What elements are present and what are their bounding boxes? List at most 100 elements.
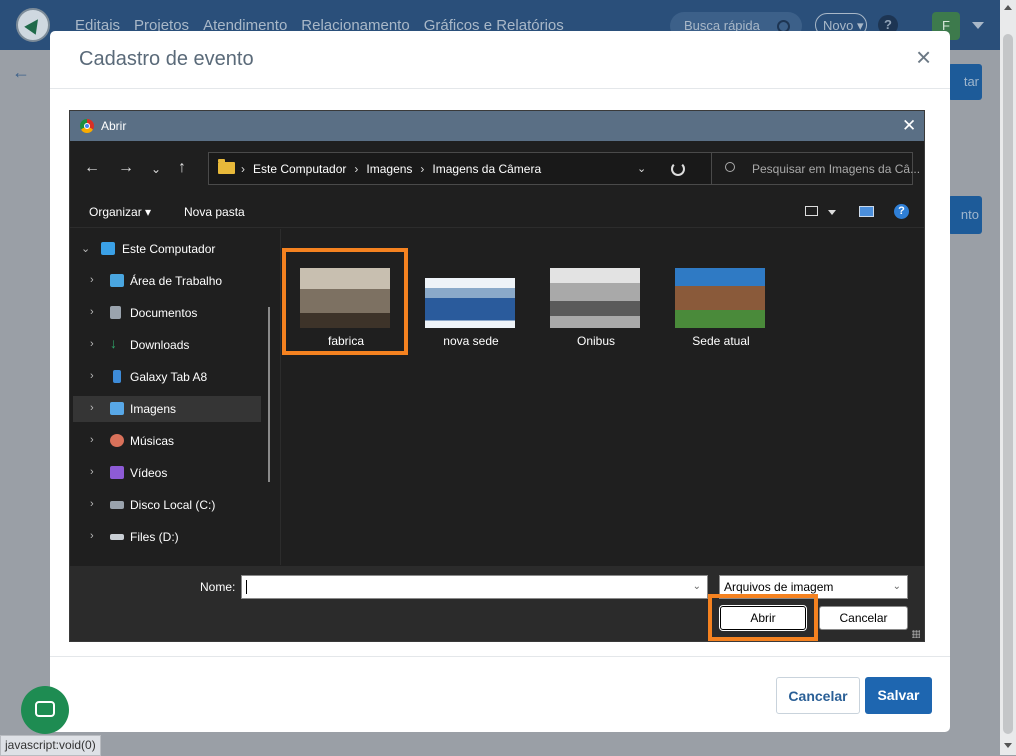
recent-locations-icon[interactable]: ⌄ bbox=[151, 162, 161, 176]
chevron-right-icon[interactable]: › bbox=[90, 466, 94, 478]
back-arrow-icon[interactable]: ← bbox=[12, 62, 30, 83]
file-open-dialog: Abrir ✕ ← → ⌄ ↑ › Este Computador › Imag… bbox=[69, 110, 925, 642]
file-thumbnail bbox=[675, 268, 765, 328]
scrollbar-thumb[interactable] bbox=[1003, 34, 1013, 734]
tree-item-este-computador[interactable]: ⌄ Este Computador bbox=[73, 236, 261, 262]
desktop-icon bbox=[110, 274, 124, 287]
search-icon bbox=[725, 162, 735, 172]
tree-item-area-de-trabalho[interactable]: › Área de Trabalho bbox=[73, 268, 261, 294]
chevron-right-icon[interactable]: › bbox=[90, 338, 94, 350]
back-icon[interactable]: ← bbox=[84, 159, 100, 177]
dialog-title: Abrir bbox=[101, 119, 127, 133]
chevron-down-icon[interactable] bbox=[828, 210, 836, 215]
chevron-right-icon[interactable]: › bbox=[90, 498, 94, 510]
documents-icon bbox=[110, 306, 121, 319]
computer-icon bbox=[101, 242, 115, 255]
help-icon[interactable]: ? bbox=[894, 204, 909, 219]
tree-item-files-d[interactable]: › Files (D:) bbox=[73, 524, 261, 550]
organize-menu[interactable]: Organizar ▾ bbox=[89, 205, 151, 219]
breadcrumb-imagens[interactable]: Imagens bbox=[366, 162, 412, 176]
tree-item-videos[interactable]: › Vídeos bbox=[73, 460, 261, 486]
preview-pane-icon[interactable] bbox=[859, 206, 874, 217]
chevron-down-icon[interactable]: ⌄ bbox=[893, 576, 901, 598]
navigation-pane: ⌄ Este Computador › Área de Trabalho › D… bbox=[70, 229, 280, 565]
refresh-icon[interactable] bbox=[671, 162, 685, 176]
close-icon[interactable]: × bbox=[916, 42, 931, 73]
close-icon[interactable]: ✕ bbox=[902, 116, 916, 136]
file-name: nova sede bbox=[443, 334, 499, 348]
videos-icon bbox=[110, 466, 124, 479]
tree-item-label: Este Computador bbox=[122, 242, 216, 256]
chevron-down-icon[interactable]: ⌄ bbox=[693, 576, 701, 598]
folder-icon bbox=[218, 159, 235, 174]
file-item-sede-atual[interactable]: Sede atual bbox=[661, 259, 771, 348]
drive-d-icon bbox=[110, 534, 124, 540]
file-type-value: Arquivos de imagem bbox=[724, 580, 834, 594]
tablet-icon bbox=[113, 370, 121, 383]
chevron-right-icon[interactable]: › bbox=[90, 530, 94, 542]
tree-item-downloads[interactable]: › ↓ Downloads bbox=[73, 332, 261, 358]
nav-pane-scrollbar[interactable] bbox=[268, 307, 270, 482]
save-button[interactable]: Salvar bbox=[865, 677, 932, 714]
highlight-fabrica bbox=[282, 248, 408, 355]
file-thumbnail bbox=[425, 278, 515, 328]
tree-item-label: Músicas bbox=[130, 434, 175, 448]
tree-item-label: Área de Trabalho bbox=[130, 274, 223, 288]
pictures-icon bbox=[110, 402, 124, 415]
chevron-down-icon[interactable]: ⌄ bbox=[637, 162, 646, 175]
tree-item-label: Imagens bbox=[130, 402, 177, 416]
tree-item-label: Disco Local (C:) bbox=[130, 498, 216, 512]
file-item-onibus[interactable]: Onibus bbox=[536, 259, 646, 348]
new-folder-button[interactable]: Nova pasta bbox=[184, 205, 245, 219]
app-logo-icon[interactable] bbox=[16, 8, 50, 42]
chevron-right-icon[interactable]: › bbox=[90, 434, 94, 446]
scroll-down-icon[interactable] bbox=[1004, 743, 1012, 748]
up-icon[interactable]: ↑ bbox=[178, 159, 186, 177]
highlight-open-button bbox=[708, 594, 818, 641]
tree-item-label: Documentos bbox=[130, 306, 198, 320]
chat-button[interactable] bbox=[21, 686, 69, 734]
breadcrumb-sep: › bbox=[420, 162, 425, 176]
name-label: Nome: bbox=[200, 580, 236, 594]
cancel-button[interactable]: Cancelar bbox=[819, 606, 908, 630]
breadcrumb: › Este Computador › Imagens › Imagens da… bbox=[241, 162, 541, 176]
tree-item-documentos[interactable]: › Documentos bbox=[73, 300, 261, 326]
tree-item-disco-local[interactable]: › Disco Local (C:) bbox=[73, 492, 261, 518]
chat-icon bbox=[35, 701, 55, 717]
scroll-up-icon[interactable] bbox=[1004, 5, 1012, 10]
chevron-down-icon[interactable]: ⌄ bbox=[81, 242, 90, 255]
resize-grip-icon[interactable] bbox=[912, 630, 920, 638]
tree-item-imagens[interactable]: › Imagens bbox=[73, 396, 261, 422]
dialog-titlebar[interactable]: Abrir ✕ bbox=[70, 111, 924, 141]
cancel-button[interactable]: Cancelar bbox=[776, 677, 860, 714]
file-item-nova-sede[interactable]: nova sede bbox=[411, 259, 521, 348]
text-caret bbox=[246, 580, 247, 594]
breadcrumb-este-computador[interactable]: Este Computador bbox=[253, 162, 346, 176]
modal-footer-divider bbox=[50, 656, 950, 657]
app-action-button[interactable]: tar bbox=[948, 64, 982, 100]
forward-icon[interactable]: → bbox=[118, 159, 134, 177]
search-input[interactable]: Pesquisar em Imagens da Câ... bbox=[711, 152, 920, 185]
tree-item-label: Files (D:) bbox=[130, 530, 179, 544]
file-name-input[interactable]: ⌄ bbox=[241, 575, 708, 599]
chevron-right-icon[interactable]: › bbox=[90, 306, 94, 318]
tree-item-galaxy-tab[interactable]: › Galaxy Tab A8 bbox=[73, 364, 261, 390]
modal-divider bbox=[50, 88, 950, 89]
breadcrumb-imagens-camera[interactable]: Imagens da Câmera bbox=[432, 162, 541, 176]
chevron-down-icon[interactable] bbox=[972, 22, 984, 29]
chevron-right-icon[interactable]: › bbox=[90, 370, 94, 382]
file-name: Sede atual bbox=[692, 334, 750, 348]
tree-item-label: Galaxy Tab A8 bbox=[130, 370, 208, 384]
chevron-right-icon[interactable]: › bbox=[90, 274, 94, 286]
drive-c-icon bbox=[110, 501, 124, 509]
view-icon[interactable] bbox=[805, 206, 818, 216]
breadcrumb-sep: › bbox=[354, 162, 359, 176]
tree-item-musicas[interactable]: › Músicas bbox=[73, 428, 261, 454]
tree-item-label: Vídeos bbox=[130, 466, 168, 480]
address-bar[interactable]: › Este Computador › Imagens › Imagens da… bbox=[208, 152, 762, 185]
music-icon bbox=[110, 434, 124, 447]
app-action-button-2[interactable]: nto bbox=[948, 196, 982, 234]
page-scrollbar[interactable] bbox=[1000, 0, 1016, 755]
pane-divider[interactable] bbox=[280, 229, 281, 565]
chevron-right-icon[interactable]: › bbox=[90, 402, 94, 414]
